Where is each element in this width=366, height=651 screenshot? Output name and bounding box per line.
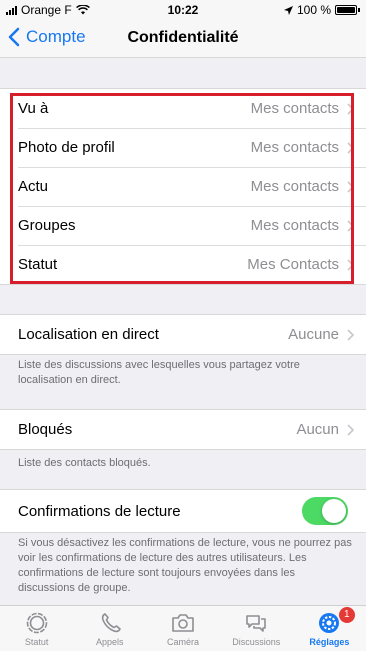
chevron-right-icon — [347, 423, 354, 436]
live-location-label: Localisation en direct — [18, 326, 159, 343]
highlight-box — [10, 93, 354, 284]
live-location-row[interactable]: Localisation en direct Aucune — [0, 315, 366, 354]
blocked-group: Bloqués Aucun — [0, 409, 366, 450]
live-location-group: Localisation en direct Aucune — [0, 314, 366, 355]
read-receipts-group: Confirmations de lecture — [0, 489, 366, 533]
live-location-value: Aucune — [288, 326, 339, 343]
live-location-note: Liste des discussions avec lesquelles vo… — [18, 359, 300, 386]
notification-badge: 1 — [338, 607, 355, 623]
status-bar: Orange F 10:22 100 % — [0, 0, 366, 20]
blocked-label: Bloqués — [18, 421, 73, 438]
tab-status[interactable]: Statut — [0, 606, 73, 651]
tab-label: Réglages — [309, 637, 350, 647]
read-receipts-row: Confirmations de lecture — [0, 490, 366, 532]
toggle-knob — [322, 499, 346, 523]
battery-icon — [335, 5, 357, 15]
blocked-value: Aucun — [296, 421, 339, 438]
tab-label: Caméra — [167, 637, 200, 647]
blocked-row[interactable]: Bloqués Aucun — [0, 410, 366, 449]
tab-label: Discussions — [232, 637, 281, 647]
tab-label: Statut — [24, 637, 49, 647]
chats-icon — [246, 615, 267, 632]
tab-calls[interactable]: Appels — [73, 606, 146, 651]
blocked-note: Liste des contacts bloqués. — [18, 457, 151, 469]
read-receipts-label: Confirmations de lecture — [18, 502, 181, 520]
tab-settings[interactable]: Réglages 1 — [293, 606, 366, 651]
chevron-right-icon — [347, 328, 354, 341]
location-arrow-icon — [283, 5, 293, 15]
read-receipts-toggle[interactable] — [302, 497, 348, 525]
read-receipts-note: Si vous désactivez les confirmations de … — [18, 537, 352, 594]
tab-camera[interactable]: Caméra — [146, 606, 219, 651]
tab-chats[interactable]: Discussions — [220, 606, 293, 651]
battery-percentage: 100 % — [296, 3, 331, 17]
tab-bar: Statut Appels Caméra Discussions Réglage… — [0, 605, 366, 651]
status-icon — [26, 612, 47, 634]
page-title: Confidentialité — [127, 29, 239, 46]
camera-icon — [172, 614, 194, 632]
tab-label: Appels — [96, 637, 124, 647]
phone-icon — [101, 613, 121, 633]
navigation-bar: Compte Confidentialité — [0, 20, 366, 58]
